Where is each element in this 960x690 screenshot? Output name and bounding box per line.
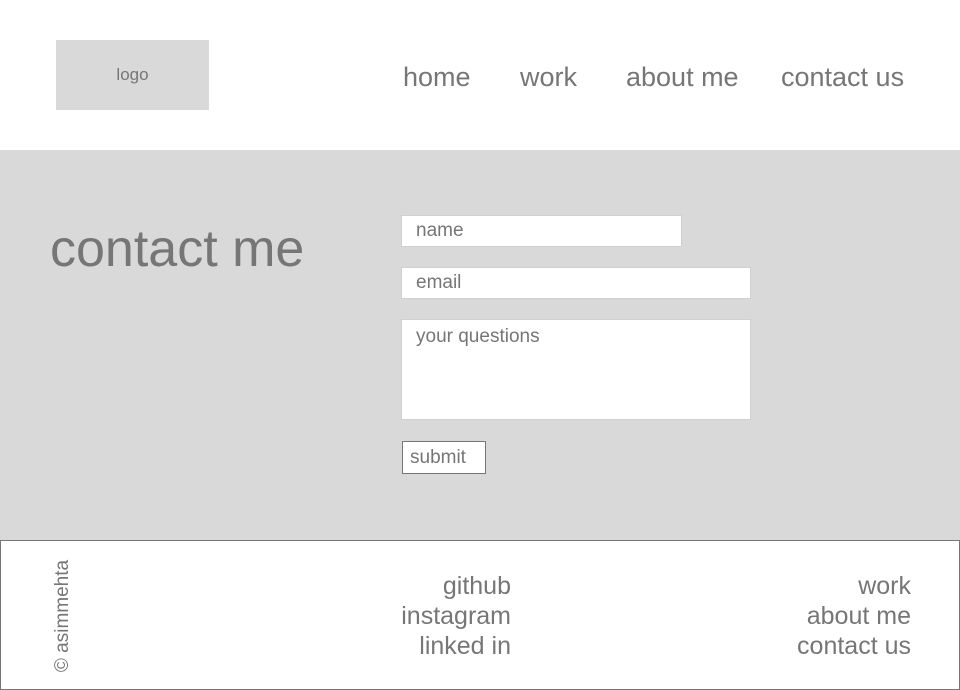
questions-field[interactable]: [401, 319, 751, 420]
footer-nav: work about me contact us: [701, 571, 911, 661]
logo-label: logo: [116, 65, 149, 84]
linkedin-link[interactable]: linked in: [351, 631, 511, 661]
nav-home[interactable]: home: [403, 60, 471, 94]
nav-contact-us[interactable]: contact us: [781, 60, 904, 94]
site-header: logo home work about me contact us: [0, 0, 960, 150]
footer-nav-contact-us[interactable]: contact us: [701, 631, 911, 661]
site-footer: © asimmehta github instagram linked in w…: [0, 540, 960, 690]
contact-section: contact me submit: [0, 150, 960, 540]
logo[interactable]: logo: [56, 40, 209, 110]
email-field[interactable]: [401, 267, 751, 299]
footer-nav-work[interactable]: work: [701, 571, 911, 601]
submit-button[interactable]: submit: [402, 441, 486, 474]
copyright: © asimmehta: [52, 559, 73, 673]
github-link[interactable]: github: [351, 571, 511, 601]
social-links: github instagram linked in: [351, 571, 511, 661]
instagram-link[interactable]: instagram: [351, 601, 511, 631]
name-field[interactable]: [401, 215, 682, 247]
page-title: contact me: [50, 220, 305, 278]
nav-about-me[interactable]: about me: [626, 60, 739, 94]
footer-nav-about-me[interactable]: about me: [701, 601, 911, 631]
nav-work[interactable]: work: [520, 60, 577, 94]
